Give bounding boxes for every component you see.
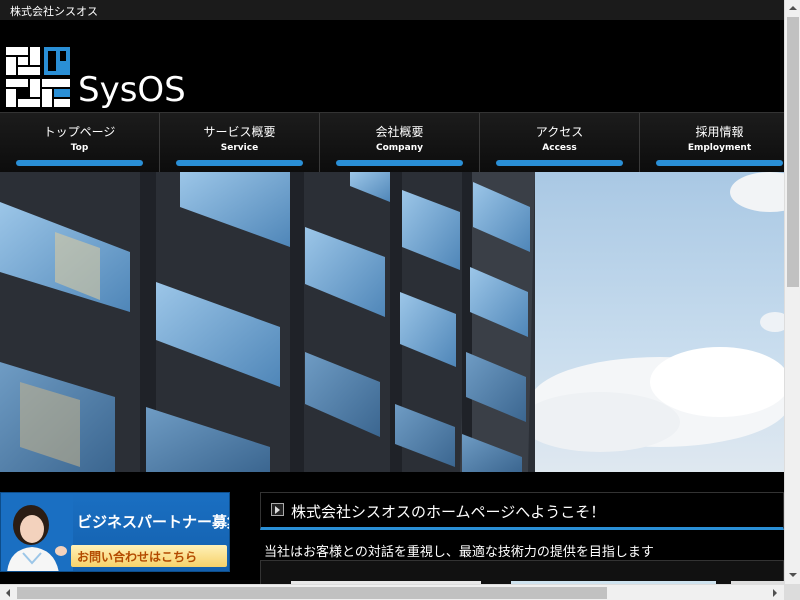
- horizontal-scroll-thumb[interactable]: [17, 587, 607, 599]
- nav-item-underline: [176, 160, 303, 166]
- sysos-logo-mark-icon: [4, 44, 74, 110]
- welcome-title: 株式会社シスオスのホームページへようこそ！: [291, 503, 606, 521]
- scrollbar-corner: [784, 584, 800, 600]
- operator-woman-icon: [1, 493, 73, 571]
- vertical-scrollbar[interactable]: [784, 0, 800, 584]
- nav-item-access[interactable]: アクセス Access: [480, 113, 640, 173]
- logo-wordmark: SysOS: [78, 70, 186, 110]
- nav-item-underline: [16, 160, 143, 166]
- arrow-right-icon: [271, 503, 284, 516]
- intro-text: 当社はお客様との対話を重視し、最適な技術力の提供を目指します: [264, 545, 654, 560]
- main-navigation: トップページ Top サービス概要 Service 会社概要 Company ア…: [0, 112, 784, 173]
- horizontal-scrollbar[interactable]: [0, 584, 784, 600]
- nav-item-label-en: Company: [376, 143, 423, 153]
- nav-item-service[interactable]: サービス概要 Service: [160, 113, 320, 173]
- nav-item-label-jp: 会社概要: [375, 125, 424, 139]
- scroll-right-button[interactable]: [767, 585, 784, 600]
- banner-title: ビジネスパートナー募集: [77, 513, 230, 531]
- scroll-up-button[interactable]: [785, 0, 800, 17]
- nav-item-label-en: Top: [70, 143, 89, 153]
- banner-contact-label: お問い合わせはこちら: [77, 550, 198, 564]
- nav-item-underline: [336, 160, 463, 166]
- banner-contact-button[interactable]: お問い合わせはこちら: [71, 545, 227, 567]
- scroll-down-button[interactable]: [785, 567, 800, 584]
- office-building-photo: [0, 172, 784, 472]
- nav-item-label-en: Employment: [687, 143, 752, 153]
- nav-item-employment[interactable]: 採用情報 Employment: [640, 113, 784, 173]
- site-logo[interactable]: SysOS: [4, 44, 214, 110]
- nav-item-label-en: Access: [542, 143, 577, 153]
- chevron-up-icon: [789, 6, 797, 10]
- scroll-left-button[interactable]: [0, 585, 17, 600]
- content-preview-box: [260, 560, 784, 584]
- page-viewport: 株式会社シスオス SysOS トップページ Top サービス概要 Service…: [0, 0, 784, 584]
- nav-item-label-jp: 採用情報: [695, 125, 744, 139]
- chevron-down-icon: [789, 573, 797, 577]
- hero-image: [0, 172, 784, 472]
- nav-item-label-jp: アクセス: [535, 125, 584, 139]
- business-partner-banner[interactable]: ビジネスパートナー募集 お問い合わせはこちら: [0, 492, 230, 572]
- nav-item-company[interactable]: 会社概要 Company: [320, 113, 480, 173]
- nav-item-top[interactable]: トップページ Top: [0, 113, 160, 173]
- nav-item-label-en: Service: [220, 143, 259, 153]
- chevron-left-icon: [6, 589, 10, 597]
- nav-item-label-jp: トップページ: [43, 125, 116, 139]
- top-bar: 株式会社シスオス: [0, 0, 784, 20]
- top-bar-company-name: 株式会社シスオス: [10, 5, 98, 18]
- nav-item-label-jp: サービス概要: [203, 125, 276, 139]
- nav-item-underline: [496, 160, 623, 166]
- chevron-right-icon: [773, 589, 777, 597]
- nav-item-underline: [656, 160, 783, 166]
- vertical-scroll-thumb[interactable]: [787, 17, 799, 287]
- welcome-heading-box: 株式会社シスオスのホームページへようこそ！: [260, 492, 784, 530]
